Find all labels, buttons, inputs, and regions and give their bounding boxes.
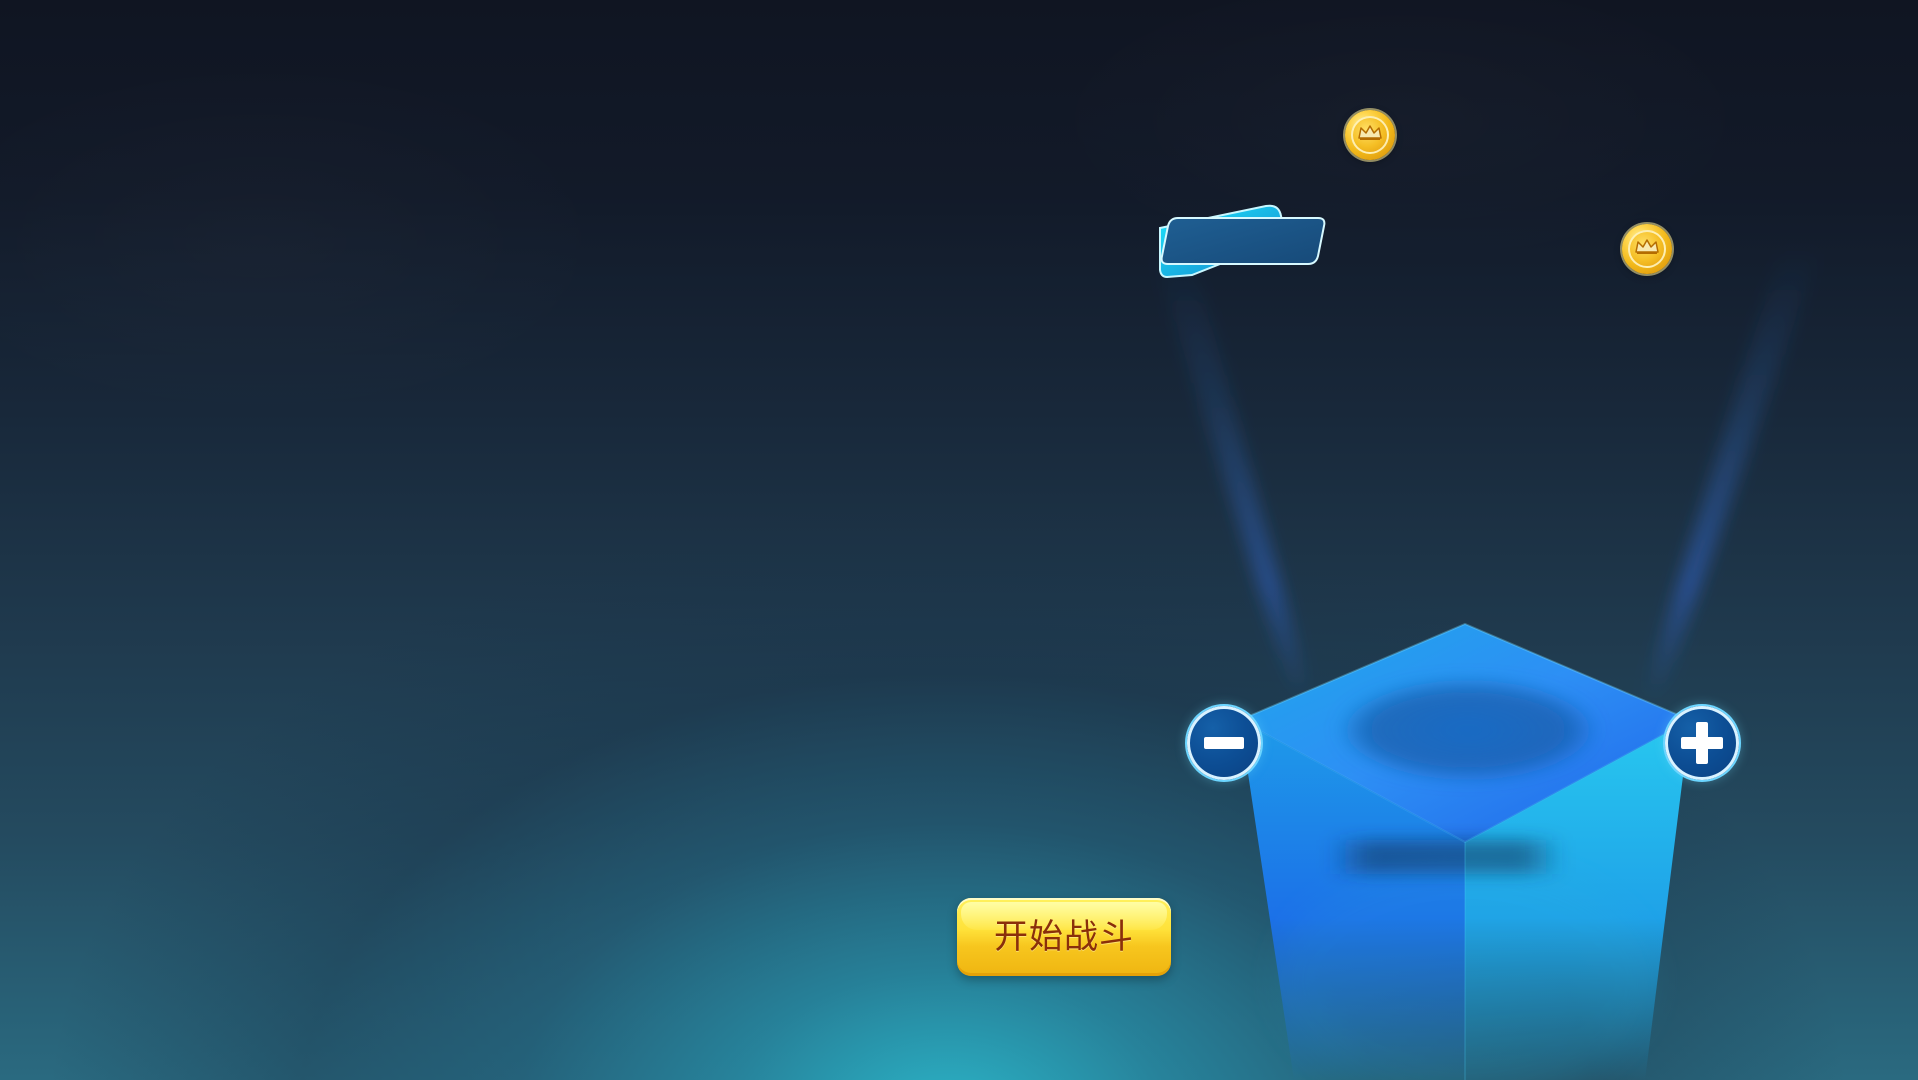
crown-coin-icon bbox=[1345, 110, 1395, 160]
crown-coin-icon bbox=[1622, 224, 1672, 274]
ticket-icon bbox=[1158, 200, 1330, 282]
plus-icon bbox=[1681, 722, 1723, 764]
start-battle-button[interactable]: 开始战斗 bbox=[957, 898, 1171, 976]
minus-icon bbox=[1204, 737, 1244, 749]
increase-button[interactable] bbox=[1665, 706, 1739, 780]
start-battle-label: 开始战斗 bbox=[994, 917, 1134, 957]
battle-lobby-screen: 开始战斗 bbox=[0, 0, 1918, 1080]
decrease-button[interactable] bbox=[1187, 706, 1261, 780]
